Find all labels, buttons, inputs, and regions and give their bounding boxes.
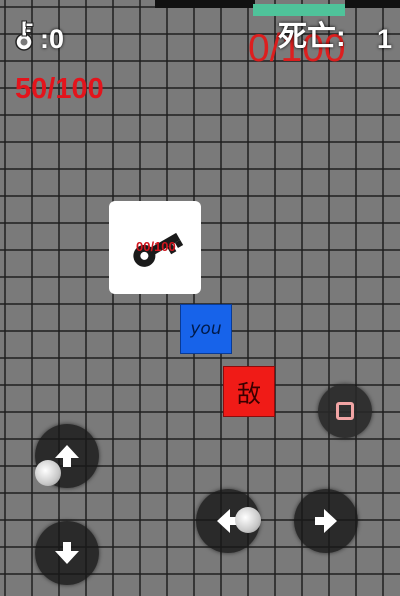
game-board: :0 50/100 0/100 死亡: 1 00/100 you 敌	[0, 0, 400, 596]
player-block: you	[180, 304, 232, 354]
progress-bar	[253, 4, 345, 16]
move-right-button[interactable]	[294, 489, 358, 553]
deaths-label: 死亡:	[278, 21, 346, 53]
arrow-down-icon	[55, 542, 79, 564]
move-down-button[interactable]	[35, 521, 99, 585]
key-icon	[12, 18, 42, 54]
top-bar-dark	[155, 0, 255, 8]
action-button[interactable]	[318, 384, 372, 438]
touch-indicator	[35, 460, 61, 486]
square-icon	[336, 402, 354, 420]
key-count: :0	[40, 24, 65, 54]
hp-counter: 50/100	[15, 73, 104, 105]
top-bar-dark-right	[345, 0, 400, 8]
deaths-value: 1	[377, 24, 393, 54]
key-item-counter: 00/100	[136, 239, 176, 254]
enemy-block: 敌	[223, 366, 275, 417]
arrow-right-icon	[315, 509, 337, 533]
touch-indicator	[235, 507, 261, 533]
